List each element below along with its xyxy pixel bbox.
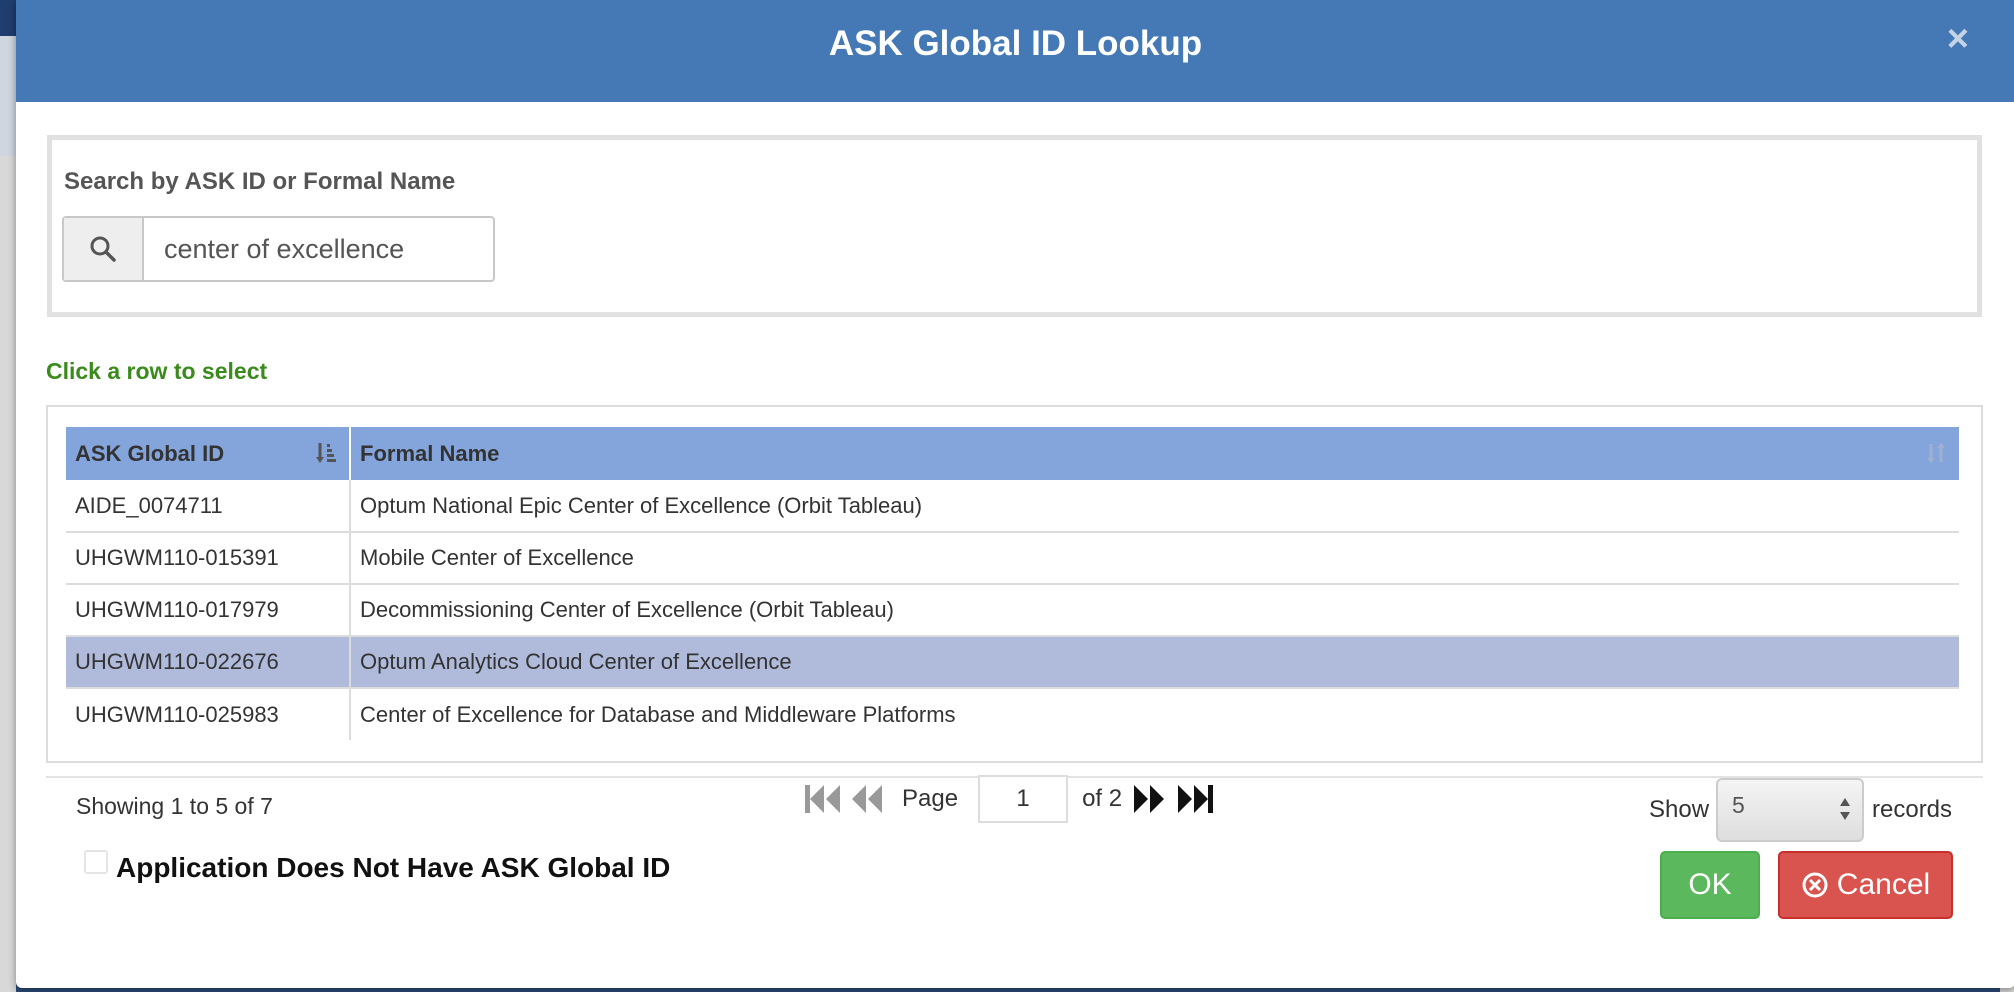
cell-ask-id: UHGWM110-022676 <box>66 636 351 689</box>
sort-ascending-icon[interactable] <box>315 442 337 470</box>
dialog-title: ASK Global ID Lookup <box>828 24 1203 63</box>
table-row[interactable]: UHGWM110-015391 Mobile Center of Excelle… <box>66 532 1959 585</box>
cell-formal-name: Optum National Epic Center of Excellence… <box>350 480 1959 533</box>
search-input[interactable] <box>144 218 489 280</box>
search-panel: Search by ASK ID or Formal Name <box>47 135 1982 317</box>
search-label: Search by ASK ID or Formal Name <box>64 168 456 195</box>
sort-unsorted-icon[interactable] <box>1925 442 1947 470</box>
search-icon <box>64 218 144 280</box>
table-row[interactable]: AIDE_0074711 Optum National Epic Center … <box>66 480 1959 533</box>
records-label: records <box>1872 796 1953 823</box>
first-page-icon[interactable] <box>804 783 842 815</box>
background-page <box>0 36 16 156</box>
records-per-page-value: 5 <box>1732 792 1745 818</box>
last-page-icon[interactable] <box>1176 783 1214 815</box>
record-count-text: Showing 1 to 5 of 7 <box>76 793 273 819</box>
column-header-label: Formal Name <box>360 440 500 466</box>
chevron-updown-icon <box>1838 794 1852 830</box>
lookup-dialog: ASK Global ID Lookup × Search by ASK ID … <box>16 0 2014 988</box>
next-page-icon[interactable] <box>1132 783 1166 815</box>
no-ask-id-checkbox[interactable] <box>84 850 108 874</box>
pager: Page of 2 <box>804 774 1214 824</box>
show-label: Show <box>1649 796 1710 823</box>
background-navbar <box>0 0 16 36</box>
search-group <box>62 216 495 282</box>
results-table: ASK Global ID Formal Name AIDE_0074711 O… <box>66 427 1959 740</box>
cell-formal-name: Mobile Center of Excellence <box>350 532 1959 585</box>
page-total-label: of 2 <box>1082 785 1123 812</box>
column-header-label: ASK Global ID <box>75 440 225 466</box>
cell-formal-name: Center of Excellence for Database and Mi… <box>360 701 956 727</box>
dialog-header: ASK Global ID Lookup × <box>16 0 2014 102</box>
previous-page-icon[interactable] <box>850 783 884 815</box>
cell-ask-id: AIDE_0074711 <box>66 480 351 533</box>
cancel-circle-icon <box>1802 872 1828 898</box>
cell-ask-id: UHGWM110-017979 <box>66 584 351 637</box>
ok-button[interactable]: OK <box>1660 851 1760 919</box>
table-row[interactable]: UHGWM110-017979 Decommissioning Center o… <box>66 584 1959 637</box>
cell-ask-id: UHGWM110-025983 <box>66 688 351 740</box>
close-icon[interactable]: × <box>1947 20 1969 58</box>
page-label: Page <box>902 785 959 812</box>
cancel-button-label: Cancel <box>1836 868 1931 901</box>
instruction-text: Click a row to select <box>46 358 268 384</box>
no-ask-id-checkbox-label[interactable]: Application Does Not Have ASK Global ID <box>116 852 670 884</box>
page-number-input[interactable] <box>978 775 1069 823</box>
cell-ask-id: UHGWM110-015391 <box>66 532 351 585</box>
background-page-lower <box>0 156 16 992</box>
cell-formal-name: Decommissioning Center of Excellence (Or… <box>350 584 1959 637</box>
cancel-button[interactable]: Cancel <box>1778 851 1953 919</box>
column-header-formal-name[interactable]: Formal Name <box>350 427 1959 480</box>
table-row[interactable]: UHGWM110-025983 Center of Excellence for… <box>66 688 1959 740</box>
ok-button-label: OK <box>1688 868 1732 901</box>
results-panel: ASK Global ID Formal Name AIDE_0074711 O… <box>46 405 1983 763</box>
records-per-page-select[interactable]: 5 <box>1716 778 1864 842</box>
cell-formal-name: Optum Analytics Cloud Center of Excellen… <box>350 636 1959 689</box>
table-row-selected[interactable]: UHGWM110-022676 Optum Analytics Cloud Ce… <box>66 636 1959 689</box>
column-header-ask-id[interactable]: ASK Global ID <box>66 427 351 480</box>
